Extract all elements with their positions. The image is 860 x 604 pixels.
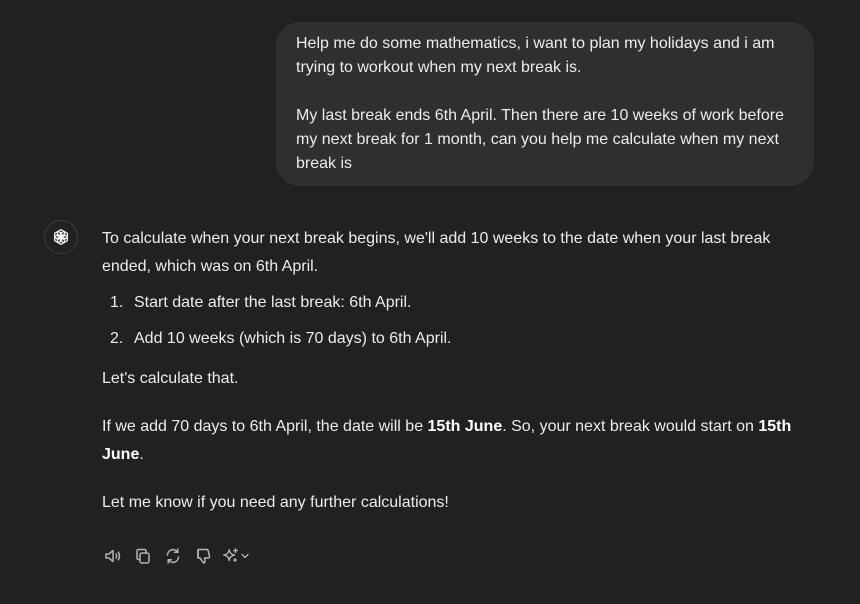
assistant-intro: To calculate when your next break begins… <box>102 230 771 275</box>
result-date-bold: 15th June <box>427 418 503 435</box>
bad-response-button[interactable] <box>192 545 214 567</box>
assistant-avatar <box>44 220 78 254</box>
assistant-message: To calculate when your next break begins… <box>102 225 822 517</box>
chevron-down-icon <box>241 553 249 559</box>
refresh-icon <box>166 548 180 564</box>
calc-line: Let's calculate that. <box>102 370 239 387</box>
user-message-bubble: Help me do some mathematics, i want to p… <box>276 22 814 186</box>
result-text: If we add 70 days to 6th April, the date… <box>102 418 428 435</box>
list-item: 1. Start date after the last break: 6th … <box>102 289 822 317</box>
copy-icon <box>136 548 150 564</box>
result-text: . So, your next break would start on <box>502 418 759 435</box>
steps-list: 1. Start date after the last break: 6th … <box>102 289 822 353</box>
regenerate-button[interactable] <box>162 545 184 567</box>
read-aloud-button[interactable] <box>102 545 124 567</box>
speaker-icon <box>105 549 121 563</box>
list-item-number: 1. <box>110 294 124 311</box>
message-actions-bar <box>102 544 250 568</box>
list-item-text: Add 10 weeks (which is 70 days) to 6th A… <box>134 330 452 347</box>
result-text: . <box>139 446 144 463</box>
openai-logo-icon <box>53 229 69 245</box>
switch-model-button[interactable] <box>222 545 250 567</box>
sparkle-icon <box>223 548 238 563</box>
list-item: 2. Add 10 weeks (which is 70 days) to 6t… <box>102 325 822 353</box>
user-message-paragraph: Help me do some mathematics, i want to p… <box>296 35 775 76</box>
closing-line: Let me know if you need any further calc… <box>102 494 449 511</box>
list-item-number: 2. <box>110 330 124 347</box>
copy-button[interactable] <box>132 545 154 567</box>
thumbs-down-icon <box>197 548 211 564</box>
result-paragraph: If we add 70 days to 6th April, the date… <box>102 413 822 469</box>
user-message-paragraph: My last break ends 6th April. Then there… <box>296 107 784 172</box>
chat-page: Help me do some mathematics, i want to p… <box>0 0 860 604</box>
list-item-text: Start date after the last break: 6th Apr… <box>134 294 412 311</box>
